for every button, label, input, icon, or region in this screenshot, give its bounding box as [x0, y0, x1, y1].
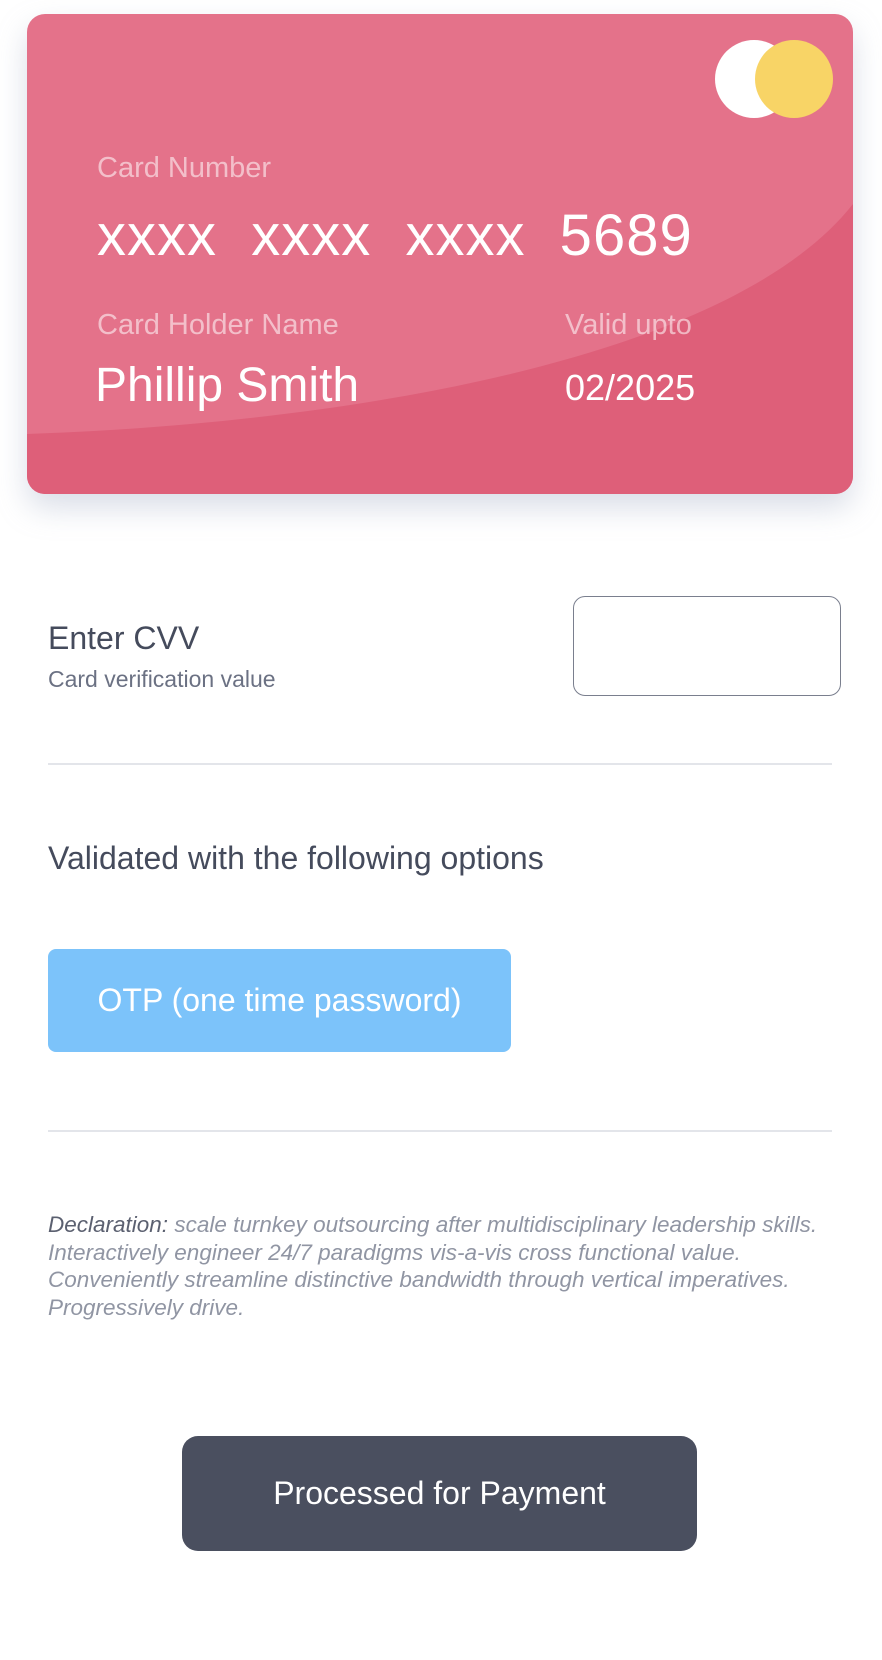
credit-card: Card Number xxxx xxxx xxxx 5689 Card Hol… [27, 14, 853, 494]
cvv-title: Enter CVV [48, 620, 200, 656]
declaration-label: Declaration: [48, 1212, 169, 1237]
card-holder-value: Phillip Smith [95, 359, 360, 412]
card-holder-label: Card Holder Name [97, 309, 339, 341]
cvv-subtitle: Card verification value [48, 666, 276, 692]
divider [48, 1130, 832, 1132]
card-number-value: xxxx xxxx xxxx 5689 [97, 203, 693, 268]
valid-upto-value: 02/2025 [565, 367, 696, 408]
card-network-logo-icon [715, 40, 833, 118]
declaration-text: Declaration: scale turnkey outsourcing a… [48, 1211, 838, 1321]
proceed-payment-button[interactable]: Processed for Payment [182, 1436, 697, 1551]
otp-option-button[interactable]: OTP (one time password) [48, 949, 511, 1052]
card-number-label: Card Number [97, 152, 272, 184]
validation-options-title: Validated with the following options [48, 840, 544, 876]
logo-yellow-circle [755, 40, 833, 118]
valid-upto-label: Valid upto [565, 309, 692, 341]
divider [48, 763, 832, 765]
cvv-input[interactable] [573, 596, 841, 696]
